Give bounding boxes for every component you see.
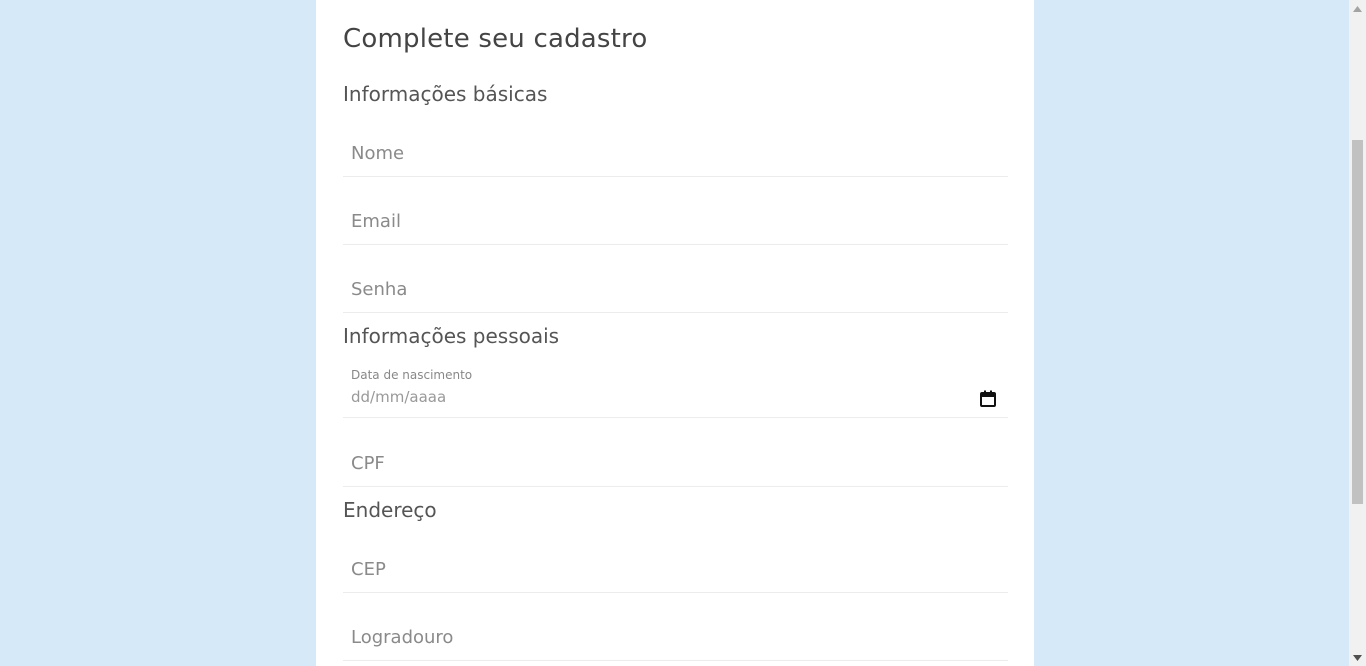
section-address: Endereço: [343, 498, 437, 522]
street-field-wrapper: [343, 614, 1008, 661]
vertical-scrollbar[interactable]: [1349, 0, 1366, 666]
name-field-wrapper: [343, 130, 1008, 177]
street-input[interactable]: [343, 614, 1008, 660]
birthdate-input[interactable]: Data de nascimento dd/mm/aaaa: [343, 364, 1008, 418]
page: Complete seu cadastro Informações básica…: [0, 0, 1366, 666]
calendar-icon[interactable]: [980, 390, 996, 407]
name-input[interactable]: [343, 130, 1008, 176]
scrollbar-thumb[interactable]: [1352, 140, 1363, 504]
cep-field-wrapper: [343, 546, 1008, 593]
form-title: Complete seu cadastro: [343, 24, 648, 54]
cpf-field-wrapper: [343, 440, 1008, 487]
cpf-input[interactable]: [343, 440, 1008, 486]
password-field-wrapper: [343, 266, 1008, 313]
birthdate-label: Data de nascimento: [351, 368, 473, 382]
section-personal-info: Informações pessoais: [343, 324, 560, 348]
chevron-down-icon[interactable]: [1349, 649, 1366, 666]
birthdate-placeholder: dd/mm/aaaa: [351, 388, 447, 406]
cep-input[interactable]: [343, 546, 1008, 592]
section-basic-info: Informações básicas: [343, 82, 548, 106]
registration-form: Complete seu cadastro Informações básica…: [316, 0, 1034, 666]
password-input[interactable]: [343, 266, 1008, 312]
chevron-up-icon[interactable]: [1349, 0, 1366, 17]
email-input[interactable]: [343, 198, 1008, 244]
email-field-wrapper: [343, 198, 1008, 245]
